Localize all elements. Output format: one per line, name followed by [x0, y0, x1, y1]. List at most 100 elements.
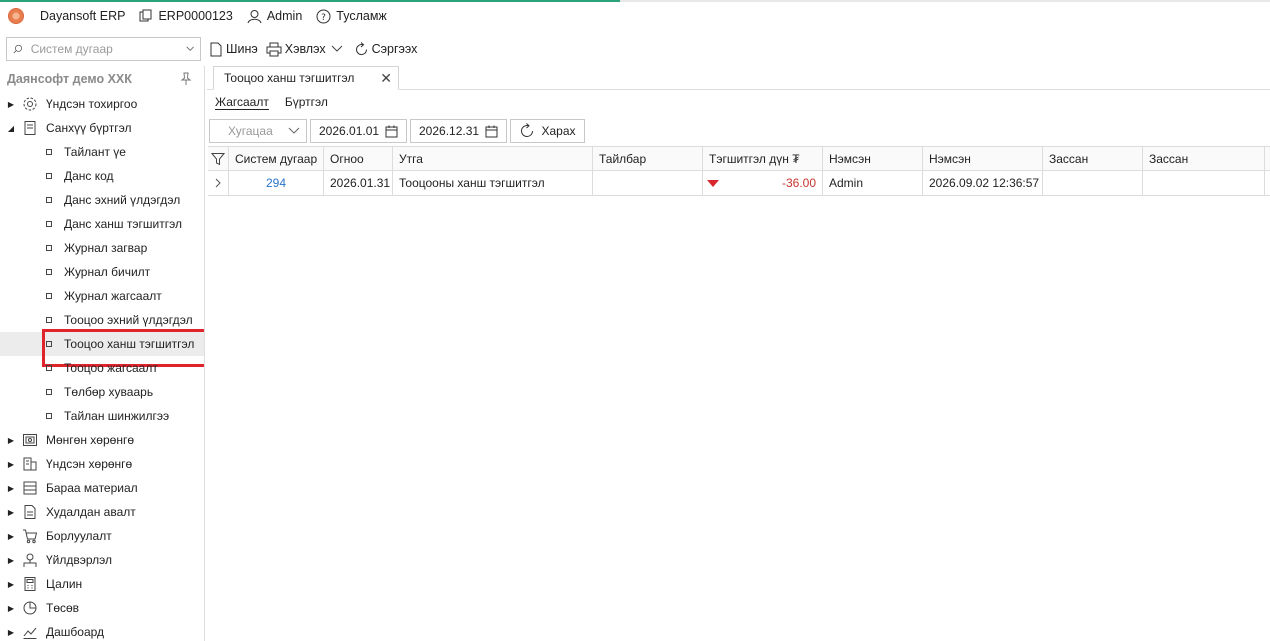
help-label: Тусламж: [336, 9, 387, 23]
view-subtabs: Жагсаалт Бүртгэл: [215, 95, 344, 110]
new-button[interactable]: Шинэ: [209, 42, 258, 57]
date-from-picker[interactable]: 2026.01.01: [310, 119, 407, 143]
sidebar-child-item[interactable]: Данс ханш тэгшитгэл: [0, 212, 204, 236]
sidebar-item-label: Борлуулалт: [46, 529, 112, 543]
cell-description: [593, 171, 703, 195]
app-name-label: Dayansoft ERP: [40, 9, 126, 23]
table-row[interactable]: 294 2026.01.31 Тооцооны ханш тэгшитгэл -…: [208, 171, 1270, 196]
date-from-value: 2026.01.01: [319, 124, 380, 138]
sidebar-child-item[interactable]: Журнал бичилт: [0, 260, 204, 284]
toolbar: Шинэ Хэвлэх Сэргээх: [0, 34, 1270, 64]
column-header-created-by[interactable]: Нэмсэн: [823, 147, 923, 170]
filter-icon[interactable]: [208, 147, 229, 170]
sidebar-child-item[interactable]: Данс код: [0, 164, 204, 188]
sidebar-item-budget[interactable]: ▶ Төсөв: [0, 596, 204, 620]
sidebar-child-item[interactable]: Тайлант үе: [0, 140, 204, 164]
calculator-icon: [22, 576, 38, 592]
column-header-created-at[interactable]: Нэмсэн: [923, 147, 1043, 170]
bullet-icon: [46, 317, 52, 323]
cell-modified-at: [1143, 171, 1265, 195]
chevron-down-icon[interactable]: [186, 45, 194, 53]
expand-arrow-icon[interactable]: ▶: [4, 556, 18, 565]
purchase-icon: [22, 504, 38, 520]
search-input[interactable]: [30, 42, 186, 56]
sidebar-item-label: Цалин: [46, 577, 83, 591]
calendar-icon[interactable]: [385, 125, 398, 138]
expand-arrow-icon[interactable]: ▶: [4, 580, 18, 589]
column-header-revaluation-amount[interactable]: Тэгшитгэл дүн ₮: [703, 147, 823, 170]
row-expand-icon[interactable]: [208, 171, 229, 195]
user-menu[interactable]: Admin: [247, 9, 302, 24]
calendar-icon[interactable]: [485, 125, 498, 138]
system-number-search[interactable]: [6, 37, 201, 61]
svg-text:?: ?: [321, 13, 326, 23]
sidebar-child-label: Тооцоо жагсаалт: [64, 361, 158, 375]
dashboard-icon: [22, 624, 38, 640]
print-button[interactable]: Хэвлэх: [266, 42, 346, 57]
view-button[interactable]: Харах: [510, 119, 585, 143]
refresh-icon: [521, 123, 534, 137]
date-to-value: 2026.12.31: [419, 124, 480, 138]
expand-arrow-icon[interactable]: ▶: [4, 484, 18, 493]
sidebar-child-item[interactable]: Төлбөр хуваарь: [0, 380, 204, 404]
sidebar-child-item[interactable]: Журнал загвар: [0, 236, 204, 260]
sidebar-child-item[interactable]: Тооцоо жагсаалт: [0, 356, 204, 380]
period-select[interactable]: Хугацаа: [209, 119, 307, 143]
data-grid: Систем дугаар Огноо Утга Тайлбар Тэгшитг…: [208, 146, 1270, 196]
expand-arrow-icon[interactable]: ▶: [4, 460, 18, 469]
sidebar-child-item[interactable]: Журнал жагсаалт: [0, 284, 204, 308]
tab-currency-revaluation[interactable]: Тооцоо ханш тэгшитгэл ✕: [213, 66, 399, 90]
column-header-modified-at[interactable]: Зассан: [1143, 147, 1265, 170]
sidebar-item-purchase[interactable]: ▶ Худалдан авалт: [0, 500, 204, 524]
sidebar-item-fixed-assets[interactable]: ▶ Үндсэн хөрөнгө: [0, 452, 204, 476]
sidebar-item-sales[interactable]: ▶ Борлуулалт: [0, 524, 204, 548]
erp-code[interactable]: ERP0000123: [139, 9, 233, 23]
refresh-button[interactable]: Сэргээх: [354, 41, 417, 57]
close-icon[interactable]: ✕: [380, 70, 392, 87]
column-header-modified-by[interactable]: Зассан: [1043, 147, 1143, 170]
subtab-list[interactable]: Жагсаалт: [215, 95, 269, 110]
bullet-icon: [46, 341, 52, 347]
date-to-picker[interactable]: 2026.12.31: [410, 119, 507, 143]
sidebar-item-cash[interactable]: ▶ Мөнгөн хөрөнгө: [0, 428, 204, 452]
pin-icon[interactable]: [180, 72, 192, 86]
cell-system-number[interactable]: 294: [229, 171, 324, 195]
sidebar-item-payroll[interactable]: ▶ Цалин: [0, 572, 204, 596]
sidebar-item-dashboard[interactable]: ▶ Дашбоард: [0, 620, 204, 641]
filter-bar: Хугацаа 2026.01.01 2026.12.31 Харах: [209, 119, 588, 143]
column-header-system-number[interactable]: Систем дугаар: [229, 147, 324, 170]
expand-arrow-icon[interactable]: ▶: [4, 100, 18, 109]
expand-arrow-icon[interactable]: ▶: [4, 604, 18, 613]
subtab-register[interactable]: Бүртгэл: [285, 95, 328, 110]
factory-icon: [22, 552, 38, 568]
collapse-arrow-icon[interactable]: ◢: [4, 124, 18, 133]
expand-arrow-icon[interactable]: ▶: [4, 508, 18, 517]
pie-icon: [22, 600, 38, 616]
system-number-link[interactable]: 294: [235, 176, 317, 190]
help-button[interactable]: ? Тусламж: [316, 9, 387, 24]
sidebar-child-label: Журнал жагсаалт: [64, 289, 162, 303]
column-header-description[interactable]: Тайлбар: [593, 147, 703, 170]
column-header-value[interactable]: Утга: [393, 147, 593, 170]
sidebar-child-item[interactable]: Тайлан шинжилгээ: [0, 404, 204, 428]
print-button-label: Хэвлэх: [284, 42, 326, 56]
gear-icon: [22, 96, 38, 112]
sidebar-item-inventory[interactable]: ▶ Бараа материал: [0, 476, 204, 500]
app-name[interactable]: Dayansoft ERP: [40, 9, 125, 23]
sidebar-item-label: Худалдан авалт: [46, 505, 136, 519]
expand-arrow-icon[interactable]: ▶: [4, 628, 18, 637]
cell-created-by: Admin: [823, 171, 923, 195]
chevron-down-icon[interactable]: [331, 45, 343, 53]
sidebar-item-general-settings[interactable]: ▶ Үндсэн тохиргоо: [0, 92, 204, 116]
bullet-icon: [46, 269, 52, 275]
sidebar-child-item-selected[interactable]: Тооцоо ханш тэгшитгэл: [0, 329, 204, 367]
sidebar-item-production[interactable]: ▶ Үйлдвэрлэл: [0, 548, 204, 572]
sidebar-item-finance[interactable]: ◢ Санхүү бүртгэл: [0, 116, 204, 140]
bullet-icon: [46, 149, 52, 155]
expand-arrow-icon[interactable]: ▶: [4, 436, 18, 445]
expand-arrow-icon[interactable]: ▶: [4, 532, 18, 541]
building-icon: [22, 456, 38, 472]
bullet-icon: [46, 365, 52, 371]
column-header-date[interactable]: Огноо: [324, 147, 393, 170]
sidebar-child-item[interactable]: Данс эхний үлдэгдэл: [0, 188, 204, 212]
